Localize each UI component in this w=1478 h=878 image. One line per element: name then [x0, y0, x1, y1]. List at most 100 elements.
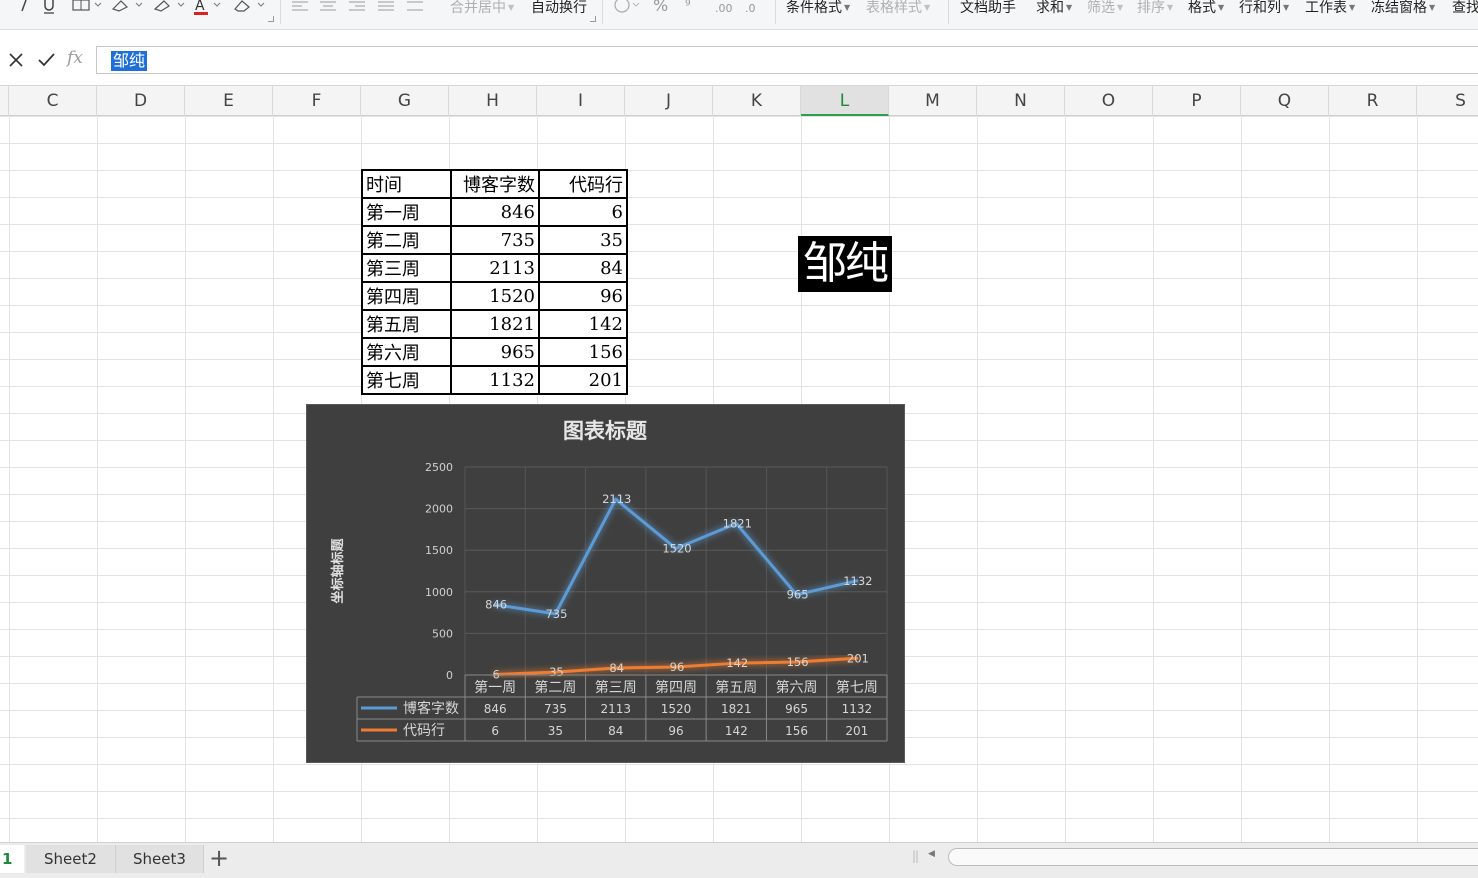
wrap-text-button[interactable]: 自动换行: [531, 0, 587, 19]
table-cell[interactable]: 96: [538, 281, 628, 311]
data-label: 2113: [602, 492, 631, 506]
line-chart[interactable]: 图表标题 坐标轴标题 0 500 1000 1500 2000 2500 846 735 21…: [306, 404, 905, 763]
table-header-cell[interactable]: 时间: [361, 169, 452, 199]
insert-function-icon[interactable]: fx: [67, 48, 83, 68]
name-cell[interactable]: 邹纯: [798, 236, 892, 292]
data-label: 1821: [723, 516, 752, 530]
table-row: 第六周 965 156: [361, 337, 628, 367]
cancel-icon[interactable]: [6, 50, 26, 70]
column-header-s[interactable]: S: [1417, 86, 1478, 116]
clear-format-icon[interactable]: [232, 0, 268, 16]
table-header-cell[interactable]: 代码行: [538, 169, 628, 199]
table-row: 第一周 846 6: [361, 197, 628, 227]
confirm-icon[interactable]: [36, 50, 56, 70]
table-cell[interactable]: 2113: [450, 253, 540, 283]
table-cell[interactable]: 第六周: [361, 337, 452, 367]
conditional-format-button[interactable]: 条件格式 ▼: [786, 0, 850, 19]
y-axis-title[interactable]: 坐标轴标题: [330, 538, 346, 604]
table-style-button[interactable]: 表格样式 ▼: [866, 0, 930, 19]
table-cell[interactable]: 6: [538, 197, 628, 227]
percent-icon[interactable]: %: [652, 0, 674, 16]
sum-button[interactable]: 求和 ▼: [1036, 0, 1072, 19]
column-header-n[interactable]: N: [977, 86, 1065, 116]
scroll-left-icon[interactable]: ◀: [928, 849, 935, 859]
table-cell[interactable]: 201: [538, 365, 628, 395]
column-header-d[interactable]: D: [97, 86, 185, 116]
justify-icon[interactable]: [377, 0, 395, 16]
table-cell[interactable]: 735: [450, 225, 540, 255]
column-header-f[interactable]: F: [273, 86, 361, 116]
thousands-separator-icon[interactable]: ⁹: [683, 0, 703, 16]
italic-icon[interactable]: [14, 0, 32, 16]
horizontal-scrollbar[interactable]: [948, 848, 1478, 866]
column-header-l[interactable]: L: [801, 86, 889, 116]
sheet-tab-active[interactable]: 1: [0, 845, 24, 873]
merge-center-button[interactable]: 合并居中 ▼: [450, 0, 514, 19]
filter-button[interactable]: 筛选 ▼: [1087, 0, 1123, 19]
column-header-q[interactable]: Q: [1241, 86, 1329, 116]
font-dialog-launcher-icon[interactable]: [268, 16, 274, 22]
table-value: 201: [845, 724, 868, 738]
table-cell[interactable]: 1821: [450, 309, 540, 339]
table-cell[interactable]: 第一周: [361, 197, 452, 227]
column-header-p[interactable]: P: [1153, 86, 1241, 116]
chart-gridlines: [464, 466, 888, 676]
table-cell[interactable]: 965: [450, 337, 540, 367]
x-tick-label: 第五周: [715, 679, 757, 696]
font-color-icon[interactable]: A: [194, 0, 224, 16]
table-cell[interactable]: 1132: [450, 365, 540, 395]
align-right-icon[interactable]: [348, 0, 366, 16]
highlight-icon[interactable]: [152, 0, 186, 16]
column-header-j[interactable]: J: [625, 86, 713, 116]
increase-decimal-icon[interactable]: .00: [714, 0, 736, 16]
table-cell[interactable]: 第四周: [361, 281, 452, 311]
sheet-tab-sheet2[interactable]: Sheet2: [26, 845, 116, 873]
column-header-e[interactable]: E: [185, 86, 273, 116]
table-header-cell[interactable]: 博客字数: [450, 169, 540, 199]
currency-icon[interactable]: [614, 0, 642, 16]
freeze-panes-button[interactable]: 冻结窗格 ▼: [1371, 0, 1435, 19]
formula-bar: fx 邹纯: [0, 30, 1478, 86]
alignment-dialog-launcher-icon[interactable]: [590, 16, 596, 22]
table-cell[interactable]: 156: [538, 337, 628, 367]
table-cell[interactable]: 142: [538, 309, 628, 339]
column-header-i[interactable]: I: [537, 86, 625, 116]
fill-color-icon[interactable]: [110, 0, 144, 16]
column-header-r[interactable]: R: [1329, 86, 1417, 116]
find-button[interactable]: 查找: [1452, 0, 1478, 19]
column-header-o[interactable]: O: [1065, 86, 1153, 116]
chart-title[interactable]: 图表标题: [563, 418, 648, 443]
table-value: 156: [785, 724, 808, 738]
doc-assistant-button[interactable]: 文档助手: [960, 0, 1016, 19]
underline-icon[interactable]: [40, 0, 58, 16]
align-center-icon[interactable]: [319, 0, 337, 16]
table-row: 第七周 1132 201: [361, 365, 628, 395]
row-col-button[interactable]: 行和列 ▼: [1239, 0, 1289, 19]
sheet-tab-sheet3[interactable]: Sheet3: [116, 845, 204, 873]
decrease-decimal-icon[interactable]: .0: [744, 0, 766, 16]
table-cell[interactable]: 84: [538, 253, 628, 283]
column-header-h[interactable]: H: [449, 86, 537, 116]
column-header-k[interactable]: K: [713, 86, 801, 116]
table-cell[interactable]: 1520: [450, 281, 540, 311]
format-button[interactable]: 格式 ▼: [1188, 0, 1224, 19]
column-header-c[interactable]: C: [9, 86, 97, 116]
splitter-grip-icon[interactable]: ||: [912, 849, 919, 863]
y-tick-label: 2500: [425, 461, 453, 474]
align-left-icon[interactable]: [291, 0, 309, 16]
worksheet-button[interactable]: 工作表 ▼: [1305, 0, 1355, 19]
table-cell[interactable]: 第七周: [361, 365, 452, 395]
column-header-g[interactable]: G: [361, 86, 449, 116]
sort-button[interactable]: 排序 ▼: [1137, 0, 1173, 19]
border-icon[interactable]: [72, 0, 102, 16]
table-cell[interactable]: 35: [538, 225, 628, 255]
column-header-m[interactable]: M: [889, 86, 977, 116]
table-cell[interactable]: 第二周: [361, 225, 452, 255]
table-cell[interactable]: 第三周: [361, 253, 452, 283]
distributed-align-icon[interactable]: [406, 0, 424, 16]
table-cell[interactable]: 第五周: [361, 309, 452, 339]
y-tick-label: 1500: [425, 544, 453, 557]
add-sheet-button[interactable]: +: [209, 845, 229, 871]
table-cell[interactable]: 846: [450, 197, 540, 227]
formula-input[interactable]: 邹纯: [96, 46, 1478, 74]
